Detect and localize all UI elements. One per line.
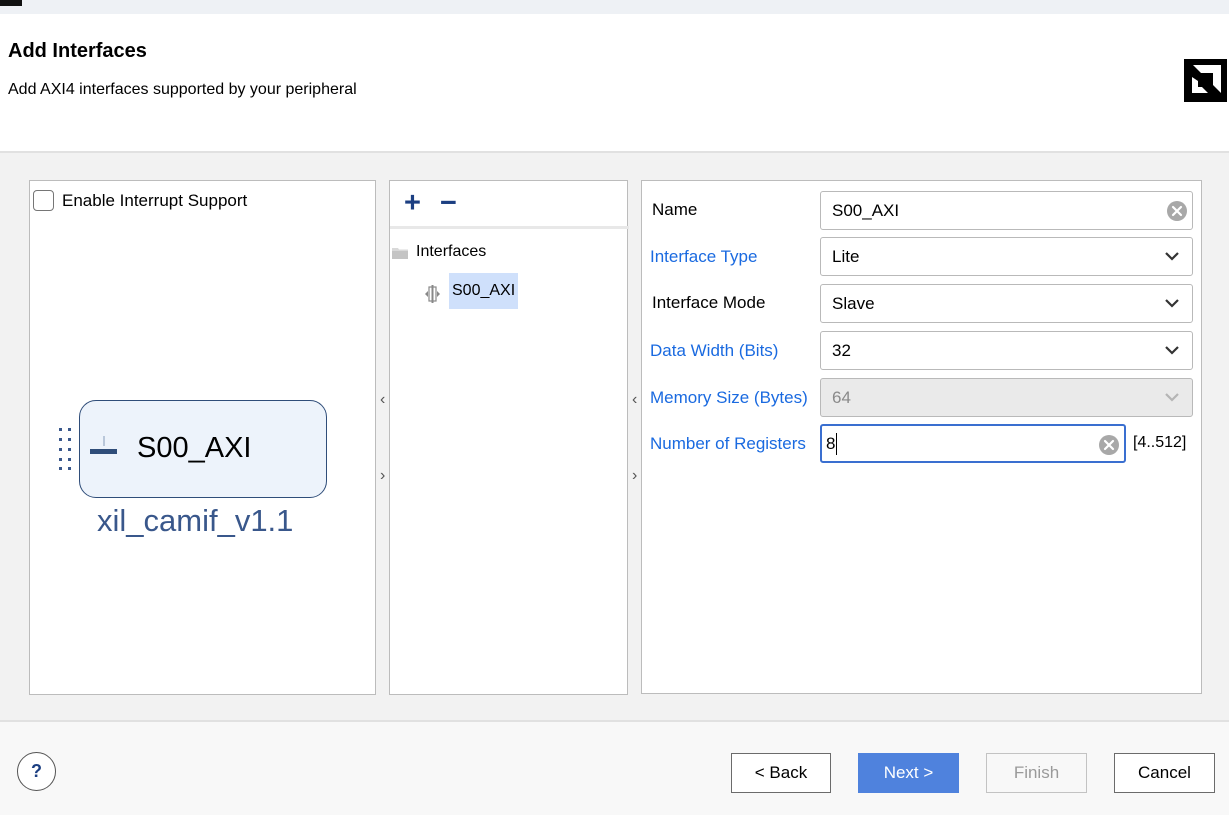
- chevron-right-icon[interactable]: ›: [380, 468, 385, 484]
- clear-icon[interactable]: [1166, 200, 1188, 222]
- interface-mode-value: Slave: [832, 293, 875, 313]
- name-field-value: S00_AXI: [832, 200, 900, 220]
- data-width-select[interactable]: 32: [820, 331, 1193, 370]
- chevron-down-icon: [1165, 299, 1179, 308]
- name-label: Name: [652, 200, 698, 219]
- cancel-button[interactable]: Cancel: [1114, 753, 1215, 793]
- number-of-registers-label: Number of Registers: [650, 434, 806, 453]
- tree-item-s00-axi-label: S00_AXI: [449, 273, 519, 309]
- help-button[interactable]: ?: [17, 752, 56, 791]
- interface-type-value: Lite: [832, 246, 860, 266]
- amd-logo-icon: [1184, 59, 1227, 102]
- next-button[interactable]: Next >: [858, 753, 959, 793]
- add-interface-button[interactable]: +: [404, 189, 421, 218]
- axi-interface-icon: [425, 285, 440, 303]
- finish-button: Finish: [986, 753, 1087, 793]
- block-tick-mark: [103, 436, 105, 446]
- chevron-right-icon[interactable]: ›: [632, 468, 637, 484]
- enable-interrupt-label: Enable Interrupt Support: [62, 190, 248, 210]
- number-of-registers-range: [4..512]: [1133, 434, 1187, 451]
- page-subtitle: Add AXI4 interfaces supported by your pe…: [8, 81, 357, 98]
- right-splitter[interactable]: [629, 180, 641, 695]
- remove-interface-button[interactable]: −: [440, 189, 457, 218]
- enable-interrupt-checkbox-row[interactable]: Enable Interrupt Support: [33, 190, 247, 211]
- data-width-value: 32: [832, 340, 851, 360]
- interface-type-label: Interface Type: [650, 247, 758, 266]
- block-interface-label: S00_AXI: [137, 432, 252, 464]
- clear-icon[interactable]: [1098, 434, 1120, 456]
- name-field[interactable]: S00_AXI: [820, 191, 1193, 230]
- enable-interrupt-checkbox[interactable]: [33, 190, 54, 211]
- back-button[interactable]: < Back: [731, 753, 831, 793]
- number-of-registers-input[interactable]: 8: [820, 424, 1126, 463]
- interface-connector-icon: [59, 428, 71, 470]
- window-titlebar: [0, 0, 1229, 14]
- chevron-down-icon: [1165, 393, 1179, 402]
- interfaces-toolbar: + −: [390, 181, 629, 229]
- chevron-left-icon[interactable]: ‹: [380, 392, 385, 408]
- window-icon: [0, 0, 22, 6]
- chevron-down-icon: [1165, 252, 1179, 261]
- interface-type-select[interactable]: Lite: [820, 237, 1193, 276]
- page-title: Add Interfaces: [8, 40, 147, 62]
- text-caret: [836, 432, 838, 455]
- interface-mode-select[interactable]: Slave: [820, 284, 1193, 323]
- memory-size-select: 64: [820, 378, 1193, 417]
- page-header: Add Interfaces Add AXI4 interfaces suppo…: [0, 14, 1229, 152]
- interfaces-tree-panel: + − Interfaces S00_AXI: [389, 180, 629, 695]
- collapse-interface-icon[interactable]: [90, 449, 117, 454]
- interface-mode-label: Interface Mode: [652, 293, 766, 312]
- tree-item-s00-axi[interactable]: S00_AXI: [425, 273, 519, 309]
- memory-size-label: Memory Size (Bytes): [650, 388, 808, 407]
- chevron-left-icon[interactable]: ‹: [632, 392, 637, 408]
- tree-item-interfaces-label: Interfaces: [416, 243, 487, 260]
- memory-size-value: 64: [832, 387, 851, 407]
- ip-block-name: xil_camif_v1.1: [97, 503, 294, 538]
- chevron-down-icon: [1165, 346, 1179, 355]
- tree-item-interfaces[interactable]: Interfaces: [392, 243, 486, 261]
- folder-icon: [392, 247, 408, 259]
- data-width-label: Data Width (Bits): [650, 341, 779, 360]
- left-splitter[interactable]: [377, 180, 389, 695]
- number-of-registers-value: 8: [826, 433, 836, 453]
